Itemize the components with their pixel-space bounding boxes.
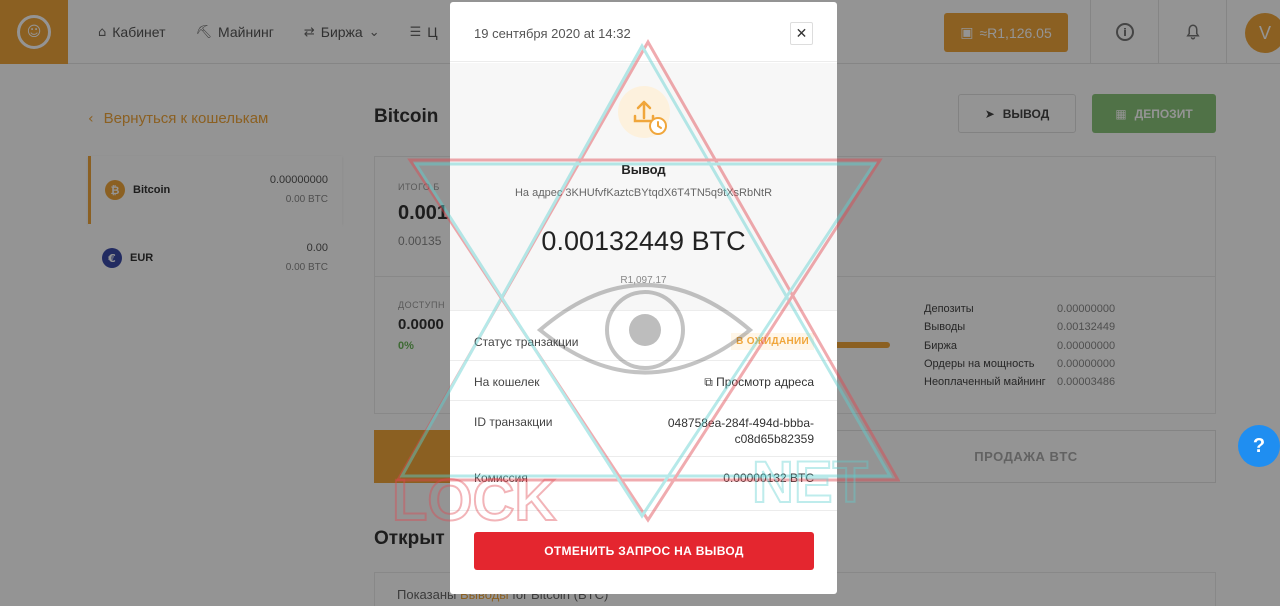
row-divider — [450, 456, 837, 457]
fee-value: 0.00000132 BTC — [723, 471, 814, 485]
close-icon: ✕ — [795, 25, 808, 42]
cancel-withdrawal-button[interactable]: ОТМЕНИТЬ ЗАПРОС НА ВЫВОД — [474, 532, 814, 570]
destination-address: На адрес 3KHUfvfKaztcBYtqdX6T4TN5q9tXsRb… — [514, 187, 773, 199]
external-link-icon: ⧉ — [704, 375, 713, 389]
transaction-date: 19 сентября 2020 at 14:32 — [474, 26, 631, 41]
txid-label: ID транзакции — [474, 415, 553, 429]
row-divider — [450, 400, 837, 401]
transaction-modal: 19 сентября 2020 at 14:32 ✕ Вывод На адр… — [450, 2, 837, 594]
txid-line: c08d65b82359 — [734, 432, 814, 446]
modal-header: 19 сентября 2020 at 14:32 ✕ — [450, 2, 837, 62]
view-address-label: Просмотр адреса — [716, 375, 814, 389]
wallet-label: На кошелек — [474, 375, 540, 389]
transaction-fiat-amount: R1,097.17 — [620, 275, 667, 286]
withdraw-pending-icon — [618, 86, 670, 138]
status-label: Статус транзакции — [474, 335, 579, 349]
txid-line: 048758ea-284f-494d-bbba- — [667, 416, 814, 430]
txid-value: 048758ea-284f-494d-bbba-c08d65b82359 — [668, 415, 814, 447]
close-button[interactable]: ✕ — [790, 22, 813, 45]
status-badge: В ОЖИДАНИИ — [731, 333, 814, 350]
transaction-type: Вывод — [621, 162, 666, 177]
fee-label: Комиссия — [474, 471, 528, 485]
help-button[interactable]: ? — [1238, 425, 1280, 467]
row-divider — [450, 510, 837, 511]
row-divider — [450, 360, 837, 361]
transaction-amount: 0.00132449 BTC — [541, 226, 746, 256]
view-address-link[interactable]: ⧉ Просмотр адреса — [704, 375, 814, 390]
